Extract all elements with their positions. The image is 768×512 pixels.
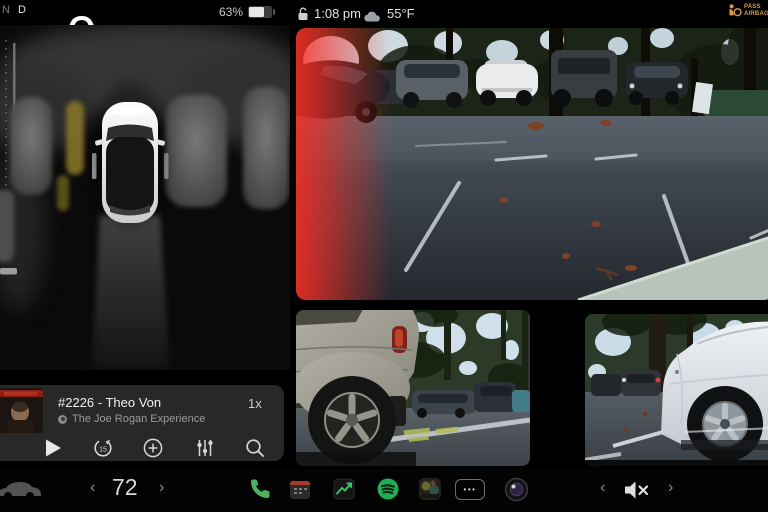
phone-app-button[interactable] <box>248 477 272 506</box>
right-repeater-camera-view[interactable] <box>585 314 768 466</box>
temp-increase-button[interactable]: › <box>159 480 164 496</box>
ego-car-topdown <box>95 102 166 223</box>
airbag-icon <box>727 3 742 18</box>
drive-path <box>92 215 170 370</box>
calendar-app-button[interactable] <box>289 478 311 505</box>
left-repeater-camera-view[interactable] <box>296 310 530 466</box>
temp-decrease-button[interactable]: ‹ <box>90 480 95 496</box>
tesla-dashboard: ND 63% 0 MPH SPEED LIMIT 15 <box>0 0 768 512</box>
clock: 1:08 pm <box>314 6 361 21</box>
airbag-label-2: AIRBAG <box>744 11 768 18</box>
battery-percent: 63% <box>219 5 243 19</box>
play-button[interactable] <box>42 437 64 459</box>
volume-down-button[interactable]: ‹ <box>600 480 605 496</box>
show-icon <box>58 415 67 424</box>
stocks-app-button[interactable] <box>333 478 355 505</box>
cabin-temperature[interactable]: 72 <box>112 474 138 501</box>
show-row[interactable]: The Joe Rogan Experience <box>58 413 205 425</box>
gear-drive: D <box>18 4 27 16</box>
track-title[interactable]: #2226 - Theo Von <box>58 395 161 410</box>
add-to-favorites-button[interactable] <box>142 437 164 459</box>
proximity-warning-overlay <box>296 28 391 300</box>
volume-up-button[interactable]: › <box>668 480 673 496</box>
album-art[interactable] <box>0 388 43 433</box>
unlocked-icon <box>297 7 309 26</box>
volume-muted-icon[interactable] <box>624 480 650 505</box>
green-fence <box>704 90 768 116</box>
dashcam-button[interactable] <box>504 477 529 507</box>
gear-neutral: N <box>2 4 11 16</box>
vehicle-visualization <box>0 25 290 370</box>
theater-app-button[interactable] <box>418 477 442 506</box>
media-player-card[interactable]: #2226 - Theo Von The Joe Rogan Experienc… <box>0 385 284 461</box>
more-apps-button[interactable]: ••• <box>455 479 485 500</box>
svg-text:15: 15 <box>99 447 107 454</box>
taskbar: ‹ 72 › <box>0 470 768 512</box>
battery-icon <box>248 6 272 18</box>
passenger-airbag-indicator: PASS AIRBAG <box>727 3 768 18</box>
search-button[interactable] <box>244 437 266 459</box>
gear-indicator: ND <box>2 4 27 16</box>
playback-rate[interactable]: 1x <box>248 396 262 411</box>
battery-status: 63% <box>219 5 272 19</box>
skip-forward-button[interactable]: 15 <box>92 437 114 459</box>
show-name: The Joe Rogan Experience <box>72 413 205 425</box>
rear-camera-view[interactable] <box>296 28 768 300</box>
weather-cloud-icon <box>363 9 381 27</box>
outside-temperature: 55°F <box>387 6 415 21</box>
spotify-app-button[interactable] <box>376 477 400 506</box>
airbag-label-1: PASS <box>744 4 768 11</box>
equalizer-settings-button[interactable] <box>194 437 216 459</box>
car-settings-button[interactable] <box>0 478 42 505</box>
